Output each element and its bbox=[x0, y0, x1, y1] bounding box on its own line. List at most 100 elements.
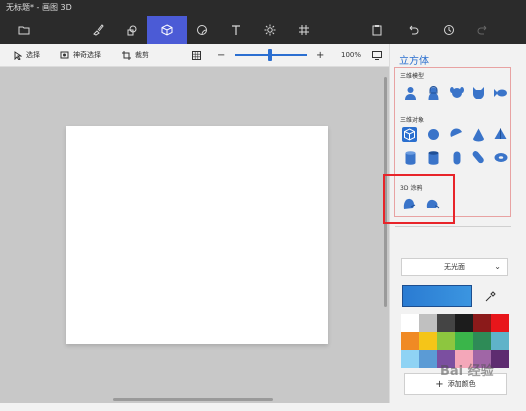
zoom-in-label: + bbox=[316, 49, 325, 61]
hemisphere-icon bbox=[450, 128, 462, 137]
object-donut[interactable] bbox=[493, 150, 508, 165]
window-title: 无标题* - 画图 3D bbox=[6, 3, 72, 12]
palette-swatch[interactable] bbox=[419, 314, 437, 332]
palette-swatch[interactable] bbox=[455, 314, 473, 332]
zoom-slider-thumb[interactable] bbox=[268, 49, 272, 61]
view-toggle[interactable] bbox=[192, 44, 201, 66]
model-woman[interactable] bbox=[426, 85, 441, 100]
cone-icon bbox=[473, 128, 484, 141]
fish-icon bbox=[493, 88, 507, 97]
doodle-sharp-edge[interactable] bbox=[402, 196, 417, 211]
clipboard-icon bbox=[372, 25, 382, 36]
palette-swatch[interactable] bbox=[455, 332, 473, 350]
redo-button[interactable] bbox=[463, 16, 503, 44]
object-sphere[interactable] bbox=[426, 127, 441, 142]
redo-icon bbox=[477, 25, 487, 35]
doodle-soft-edge[interactable] bbox=[425, 196, 440, 211]
models-section-label: 三维模型 bbox=[400, 73, 425, 80]
selected-color-swatch[interactable] bbox=[402, 285, 472, 307]
capsule-icon bbox=[453, 151, 460, 164]
add-color-label: 添加颜色 bbox=[447, 380, 476, 388]
cube-icon bbox=[161, 24, 173, 36]
sub-toolbar: 选择 神奇选择 裁剪 − + 100% bbox=[0, 44, 389, 67]
objects-section-label: 三维对象 bbox=[400, 117, 425, 124]
drawing-canvas[interactable] bbox=[66, 126, 328, 344]
sticker-icon bbox=[197, 25, 207, 35]
cube-icon bbox=[404, 128, 415, 141]
palette-swatch[interactable] bbox=[401, 332, 419, 350]
doodle-section-label: 3D 涂鸦 bbox=[400, 185, 423, 192]
undo-icon bbox=[409, 25, 419, 35]
cylinder-icon bbox=[405, 150, 416, 165]
object-pill[interactable] bbox=[471, 150, 486, 165]
chevron-down-icon: ⌄ bbox=[494, 262, 501, 271]
zoom-out-label: − bbox=[217, 49, 226, 61]
canvas-button[interactable] bbox=[284, 16, 324, 44]
grid-view-icon bbox=[192, 50, 201, 60]
object-cone[interactable] bbox=[471, 127, 486, 142]
horizontal-scrollbar[interactable] bbox=[113, 398, 273, 401]
workspace bbox=[0, 67, 389, 403]
history-icon bbox=[444, 25, 454, 35]
undo-button[interactable] bbox=[393, 16, 433, 44]
palette-swatch[interactable] bbox=[437, 332, 455, 350]
paste-button[interactable] bbox=[357, 16, 397, 44]
crop-label: 裁剪 bbox=[135, 51, 149, 59]
object-cylinder[interactable] bbox=[403, 150, 418, 165]
sun-icon bbox=[264, 24, 276, 36]
menu-button[interactable] bbox=[4, 16, 44, 44]
panel-title: 立方体 bbox=[399, 56, 429, 67]
object-pyramid[interactable] bbox=[493, 127, 508, 142]
object-tube[interactable] bbox=[426, 150, 441, 165]
magic-select-tool[interactable]: 神奇选择 bbox=[60, 44, 101, 66]
palette-swatch[interactable] bbox=[473, 314, 491, 332]
3d-shapes-button[interactable] bbox=[147, 16, 187, 44]
paint3d-window: 无标题* - 画图 3D 选择 神奇选择 裁剪 − + 100% 立方体 三维模… bbox=[0, 0, 526, 411]
watermark: Bai 经验 bbox=[440, 364, 494, 379]
eyedropper-icon bbox=[485, 290, 496, 301]
soft-doodle-icon bbox=[426, 199, 440, 208]
object-hemisphere[interactable] bbox=[449, 127, 464, 142]
canvas-grid-icon bbox=[299, 25, 309, 35]
pyramid-icon bbox=[494, 128, 507, 139]
folder-icon bbox=[18, 26, 30, 35]
2d-shapes-button[interactable] bbox=[112, 16, 152, 44]
palette-swatch[interactable] bbox=[401, 350, 419, 368]
crop-icon bbox=[122, 50, 131, 60]
crop-tool[interactable]: 裁剪 bbox=[122, 44, 149, 66]
model-dog[interactable] bbox=[449, 85, 464, 100]
pill-icon bbox=[472, 151, 484, 164]
view-mode-button[interactable] bbox=[372, 44, 382, 66]
palette-swatch[interactable] bbox=[491, 314, 509, 332]
model-man[interactable] bbox=[403, 85, 418, 100]
doodle-highlight-box bbox=[383, 174, 455, 224]
title-bar: 无标题* - 画图 3D bbox=[0, 0, 526, 16]
palette-swatch[interactable] bbox=[401, 314, 419, 332]
model-fish[interactable] bbox=[493, 85, 508, 100]
donut-icon bbox=[494, 153, 507, 162]
panel-divider bbox=[395, 226, 511, 227]
tube-icon bbox=[428, 150, 439, 165]
magic-select-icon bbox=[60, 51, 69, 58]
palette-swatch[interactable] bbox=[473, 332, 491, 350]
cat-icon bbox=[473, 87, 484, 99]
zoom-in-button[interactable]: + bbox=[316, 44, 324, 66]
material-dropdown[interactable]: 无光面 ⌄ bbox=[401, 258, 508, 276]
palette-swatch[interactable] bbox=[437, 314, 455, 332]
object-capsule[interactable] bbox=[449, 150, 464, 165]
bottom-strip bbox=[0, 403, 526, 411]
zoom-out-button[interactable]: − bbox=[217, 44, 225, 66]
eyedropper-button[interactable] bbox=[481, 287, 499, 305]
select-tool[interactable]: 选择 bbox=[14, 44, 40, 66]
2d-shapes-icon bbox=[127, 25, 137, 36]
brush-icon bbox=[93, 24, 104, 36]
palette-swatch[interactable] bbox=[419, 332, 437, 350]
model-cat[interactable] bbox=[471, 85, 486, 100]
sphere-icon bbox=[428, 129, 439, 140]
cursor-icon bbox=[14, 50, 22, 60]
zoom-level: 100% bbox=[341, 44, 361, 66]
sharp-doodle-icon bbox=[403, 198, 416, 209]
palette-swatch[interactable] bbox=[491, 332, 509, 350]
palette-swatch[interactable] bbox=[419, 350, 437, 368]
object-cube[interactable] bbox=[402, 127, 417, 142]
